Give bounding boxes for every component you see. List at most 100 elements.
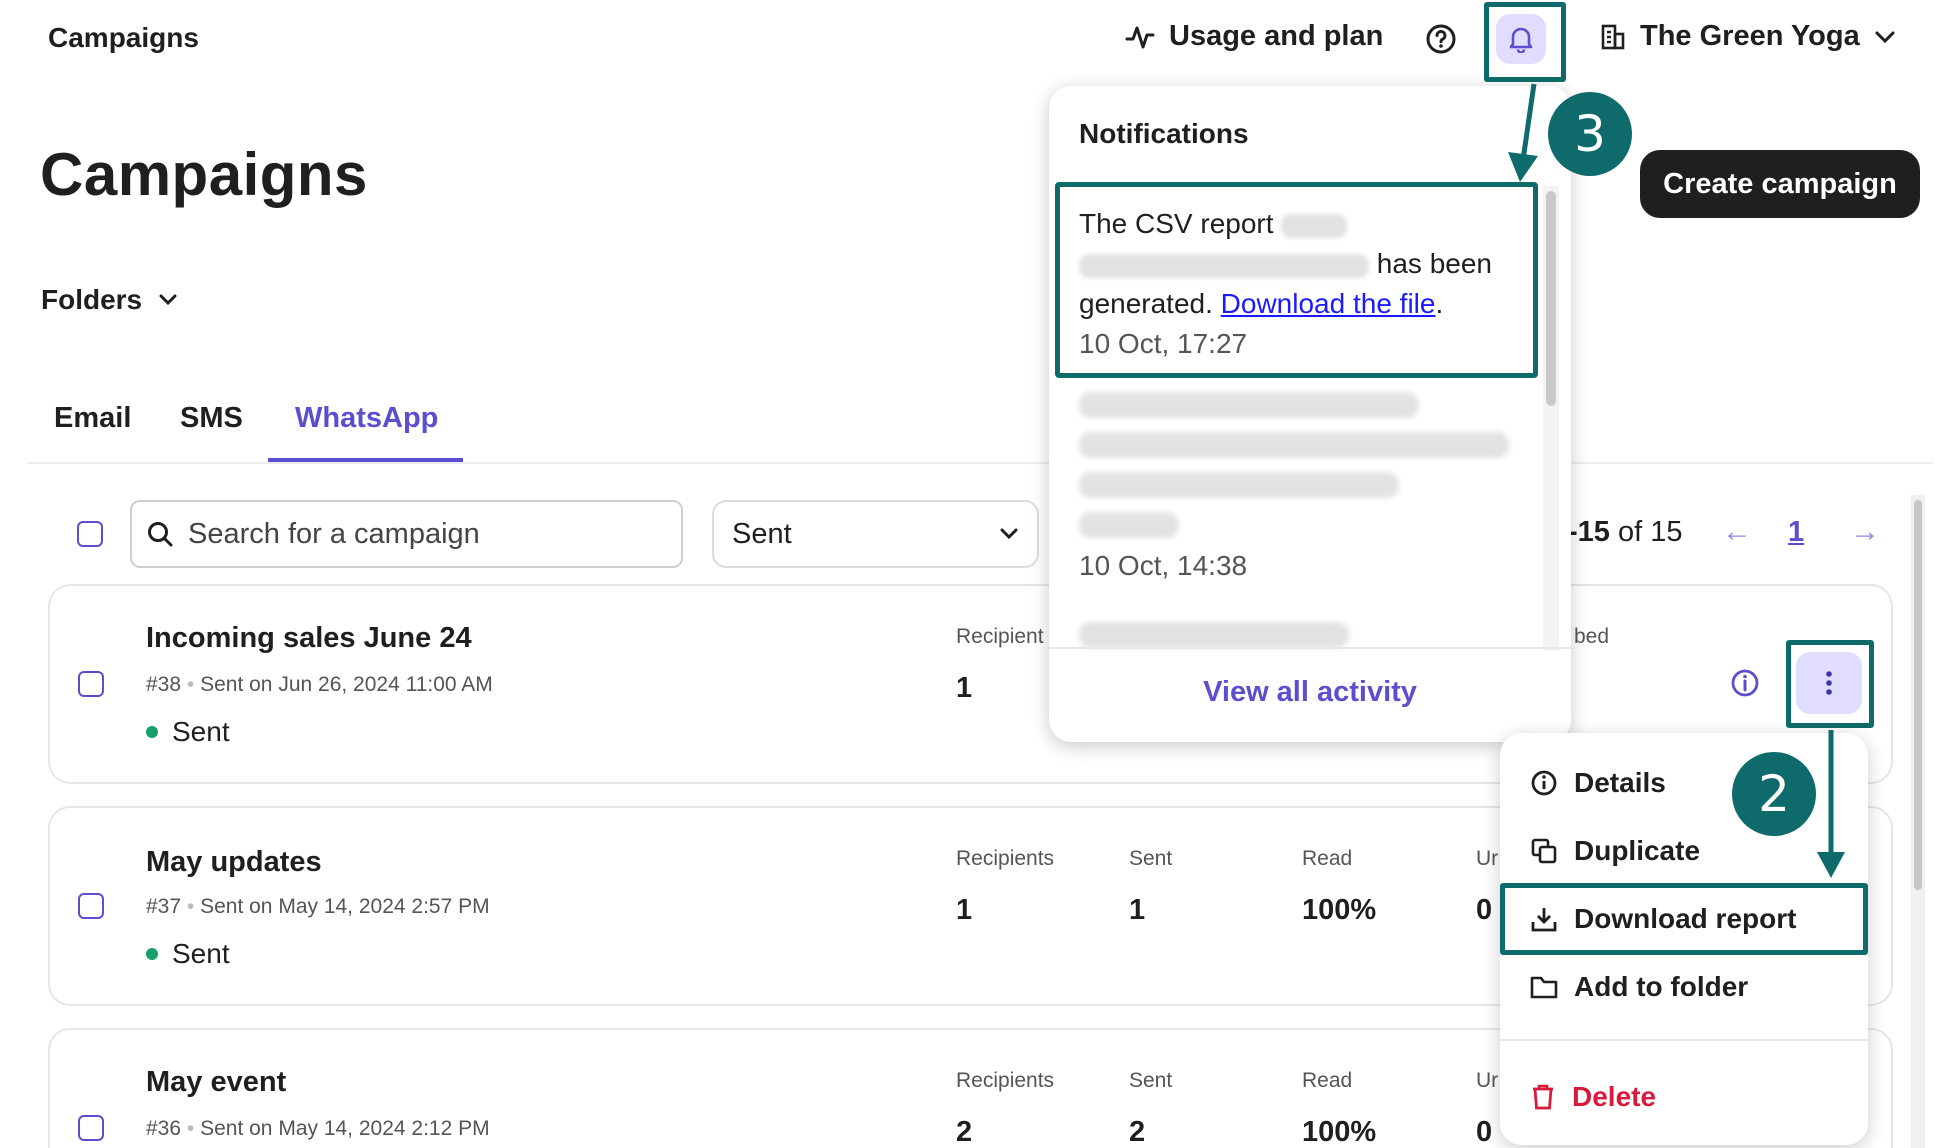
campaign-id: #36 (146, 1117, 182, 1140)
chevron-down-icon (1000, 528, 1018, 540)
menu-item-label: Add to folder (1574, 971, 1749, 1002)
recipients-value: 1 (956, 672, 973, 704)
redacted-text (1079, 392, 1419, 418)
recipients-value: 2 (956, 1116, 973, 1148)
notifications-title: Notifications (1079, 118, 1249, 149)
step-badge-3: 3 (1548, 92, 1632, 176)
partial-column-value: 0 (1476, 1116, 1493, 1148)
notification-highlight-box (1055, 182, 1538, 378)
info-icon (1531, 770, 1557, 796)
copy-icon (1531, 838, 1557, 864)
activity-icon (1125, 26, 1155, 48)
status-label: Sent (172, 938, 230, 969)
building-icon (1601, 24, 1625, 49)
org-name: The Green Yoga (1640, 20, 1860, 52)
bell-highlight-box (1484, 2, 1566, 82)
menu-item-delete[interactable]: Delete (1530, 1081, 1656, 1113)
redacted-text (1079, 432, 1509, 458)
recipients-label: Recipient (956, 625, 1044, 648)
help-icon[interactable] (1424, 22, 1458, 56)
separator-dot: • (186, 1117, 195, 1140)
recipients-label: Recipients (956, 1069, 1055, 1092)
tab-email[interactable]: Email (54, 402, 131, 435)
menu-divider (1500, 1039, 1868, 1041)
arrow-right-icon[interactable]: → (1850, 515, 1880, 549)
pagination-range: -15 (1568, 516, 1610, 548)
sent-label: Sent (1129, 847, 1173, 870)
arrow-left-icon[interactable]: ← (1722, 515, 1752, 549)
menu-item-label: Details (1574, 767, 1666, 798)
notifications-divider (1049, 647, 1571, 649)
separator-dot: • (186, 673, 195, 696)
campaign-name[interactable]: Incoming sales June 24 (146, 622, 472, 655)
partial-column-label: Ur (1476, 1069, 1499, 1092)
status-badge: Sent (146, 716, 230, 748)
folder-icon (1530, 976, 1558, 999)
status-filter-value: Sent (732, 517, 792, 550)
sent-label: Sent (1129, 1069, 1173, 1092)
recipients-value: 1 (956, 894, 973, 926)
notifications-scrollbar-thumb[interactable] (1546, 191, 1556, 406)
campaign-meta: #38 • Sent on Jun 26, 2024 11:00 AM (146, 673, 493, 697)
chevron-down-icon (1875, 31, 1895, 43)
usage-label: Usage and plan (1169, 20, 1384, 52)
campaign-checkbox[interactable] (78, 1115, 104, 1141)
info-icon[interactable] (1730, 668, 1760, 698)
page-title: Campaigns (40, 141, 368, 208)
tab-whatsapp[interactable]: WhatsApp (295, 402, 438, 435)
page-number[interactable]: 1 (1788, 516, 1804, 549)
select-all-checkbox[interactable] (77, 521, 103, 547)
redacted-text (1079, 512, 1179, 538)
status-dot (146, 948, 158, 960)
folders-dropdown[interactable]: Folders (41, 284, 178, 316)
page-scrollbar-thumb[interactable] (1914, 500, 1922, 890)
read-value: 100% (1302, 894, 1377, 926)
campaign-sent-on: Sent on May 14, 2024 2:12 PM (200, 1117, 490, 1140)
campaign-sent-on: Sent on Jun 26, 2024 11:00 AM (200, 673, 493, 696)
search-icon (148, 522, 173, 547)
read-value: 100% (1302, 1116, 1377, 1148)
sent-value: 2 (1129, 1116, 1146, 1148)
redacted-text (1079, 472, 1399, 498)
recipients-label: Recipients (956, 847, 1055, 870)
status-dot (146, 726, 158, 738)
menu-item-add-to-folder[interactable]: Add to folder (1530, 971, 1748, 1003)
trash-icon (1533, 1084, 1553, 1110)
campaign-id: #38 (146, 673, 182, 696)
organization-switcher[interactable]: The Green Yoga (1600, 20, 1896, 53)
pagination-total: of 15 (1617, 516, 1683, 548)
pagination-info: -15 of 15 (1568, 516, 1682, 549)
campaign-checkbox[interactable] (78, 671, 104, 697)
status-badge: Sent (146, 938, 230, 970)
partial-column-label: bed (1574, 625, 1610, 648)
menu-item-label: Delete (1572, 1081, 1657, 1112)
folders-label: Folders (41, 284, 143, 315)
campaign-meta: #36 • Sent on May 14, 2024 2:12 PM (146, 1117, 490, 1141)
read-label: Read (1302, 847, 1353, 870)
usage-and-plan-link[interactable]: Usage and plan (1125, 20, 1383, 53)
more-actions-highlight-box (1786, 640, 1874, 728)
campaign-name[interactable]: May event (146, 1066, 286, 1099)
campaign-checkbox[interactable] (78, 893, 104, 919)
breadcrumb[interactable]: Campaigns (48, 22, 199, 54)
chevron-down-icon (159, 294, 177, 306)
campaign-name[interactable]: May updates (146, 846, 322, 879)
redacted-text (1079, 622, 1349, 648)
step-badge-2: 2 (1732, 752, 1816, 836)
status-filter-select[interactable]: Sent (712, 500, 1039, 568)
view-all-activity-link[interactable]: View all activity (1049, 676, 1571, 709)
partial-column-label: Ur (1476, 847, 1499, 870)
campaign-id: #37 (146, 895, 182, 918)
search-input[interactable] (188, 517, 648, 551)
campaign-sent-on: Sent on May 14, 2024 2:57 PM (200, 895, 490, 918)
tab-sms[interactable]: SMS (180, 402, 243, 435)
separator-dot: • (186, 895, 195, 918)
create-campaign-button[interactable]: Create campaign (1640, 150, 1920, 218)
notification-time: 10 Oct, 14:38 (1079, 550, 1248, 581)
partial-column-value: 0 (1476, 894, 1493, 926)
search-box[interactable] (130, 500, 683, 568)
status-label: Sent (172, 716, 230, 747)
menu-item-duplicate[interactable]: Duplicate (1530, 835, 1700, 867)
menu-item-label: Duplicate (1574, 835, 1701, 866)
menu-item-details[interactable]: Details (1530, 767, 1666, 799)
